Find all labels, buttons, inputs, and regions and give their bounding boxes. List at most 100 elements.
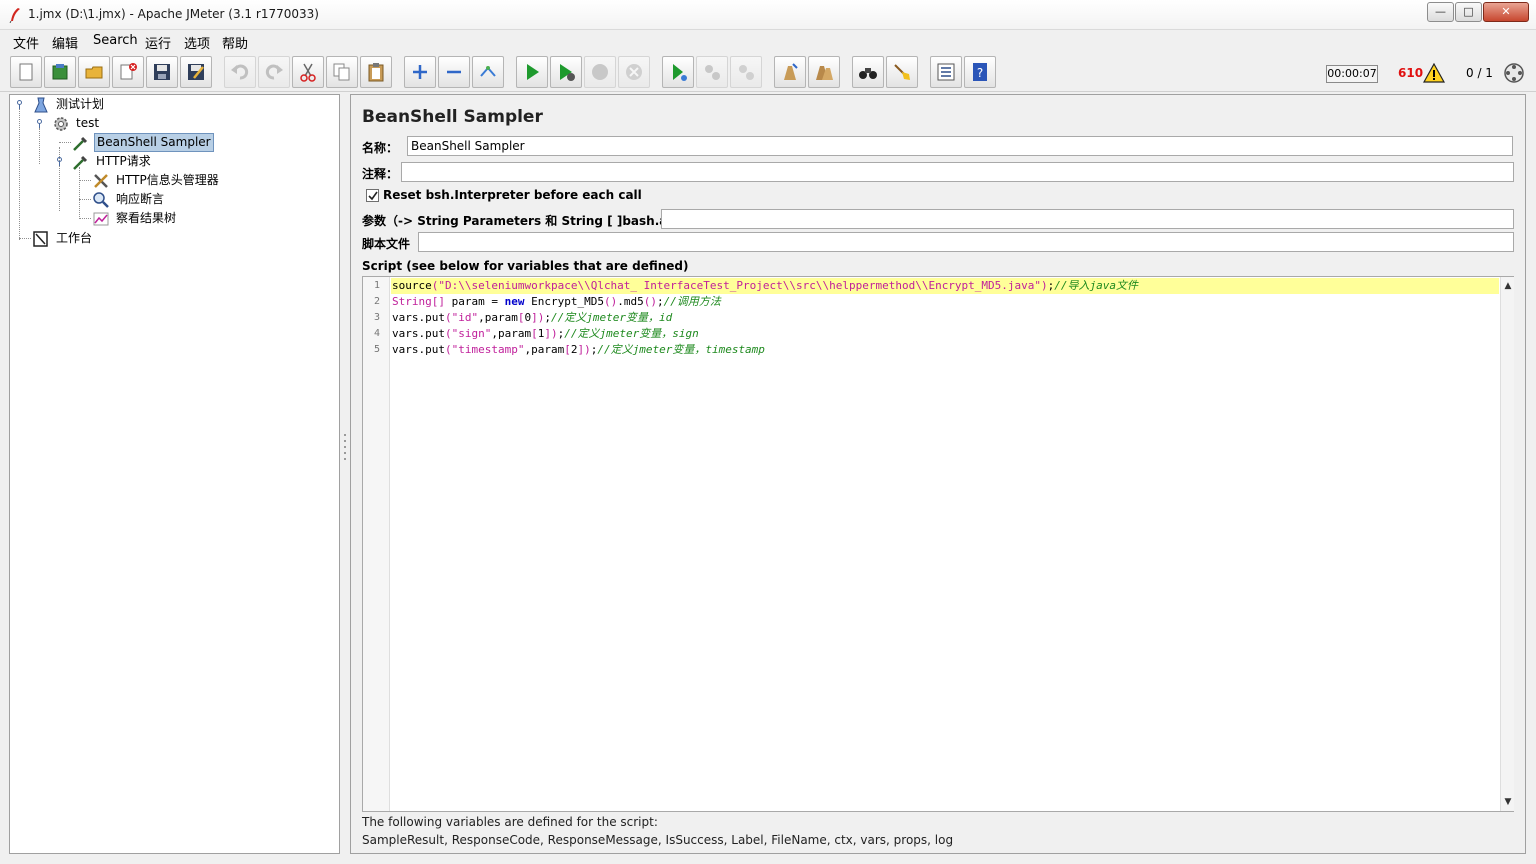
copy-button[interactable] [326, 56, 358, 88]
tree-collapse-toggle[interactable] [15, 100, 24, 109]
cut-button[interactable] [292, 56, 324, 88]
reset-search-button[interactable] [886, 56, 918, 88]
menu-bar: 文件 编辑 Search 运行 选项 帮助 [0, 30, 1536, 52]
warning-count[interactable]: 610 [1398, 66, 1423, 80]
undo-icon [231, 64, 249, 80]
code-line[interactable]: String[] param = new Encrypt_MD5().md5()… [391, 294, 1499, 310]
line-number-gutter: 1 2 3 4 5 [363, 277, 390, 811]
reset-interpreter-label[interactable]: Reset bsh.Interpreter before each call [383, 188, 642, 202]
tree-connector [39, 128, 40, 164]
line-number: 1 [373, 280, 380, 291]
function-helper-button[interactable] [930, 56, 962, 88]
save-button[interactable] [146, 56, 178, 88]
warning-icon[interactable] [1423, 63, 1445, 83]
clear-icon [784, 63, 798, 80]
menu-edit[interactable]: 编辑 [52, 33, 78, 52]
remote-stop-button[interactable] [696, 56, 728, 88]
help-button[interactable]: ? [964, 56, 996, 88]
toggle-button[interactable] [472, 56, 504, 88]
scroll-up-arrow-icon[interactable]: ▲ [1501, 279, 1515, 293]
window-title: 1.jmx (D:\1.jmx) - Apache JMeter (3.1 r1… [28, 7, 319, 21]
paste-button[interactable] [360, 56, 392, 88]
magnifier-icon [93, 192, 109, 208]
menu-help[interactable]: 帮助 [222, 33, 248, 52]
start-button[interactable] [516, 56, 548, 88]
code-line[interactable]: vars.put("sign",param[1]);//定义jmeter变量，s… [391, 326, 1499, 342]
start-no-timers-icon [560, 64, 575, 81]
new-button[interactable] [10, 56, 42, 88]
pipette-icon [73, 136, 88, 151]
redo-icon [265, 64, 283, 80]
collapse-button[interactable] [438, 56, 470, 88]
test-plan-tree: 测试计划 test BeanShell Sampler HTTP请求 HTTP信… [9, 94, 340, 854]
stop-icon [592, 64, 608, 80]
script-editor[interactable]: 1 2 3 4 5 source("D:\\seleniumworkpace\\… [362, 276, 1514, 812]
tree-connector [79, 180, 91, 181]
tree-collapse-toggle[interactable] [35, 119, 44, 128]
undo-button[interactable] [224, 56, 256, 88]
chart-icon [93, 212, 109, 226]
pipette-icon [73, 155, 88, 170]
expand-icon [413, 65, 427, 79]
tree-item-label: 察看结果树 [116, 211, 177, 225]
code-line[interactable]: vars.put("timestamp",param[2]);//定义jmete… [391, 342, 1499, 358]
comment-label: 注释： [362, 167, 399, 181]
tools-icon [94, 174, 108, 188]
remote-shutdown-button[interactable] [730, 56, 762, 88]
open-icon [85, 66, 103, 79]
help-icon: ? [973, 63, 987, 81]
tree-item-label: HTTP信息头管理器 [116, 173, 219, 187]
templates-button[interactable] [44, 56, 76, 88]
toggle-icon [480, 66, 496, 77]
tree-item-label: test [76, 116, 100, 130]
tree-connector [19, 108, 20, 240]
close-file-button[interactable] [112, 56, 144, 88]
close-button[interactable]: ✕ [1483, 2, 1529, 22]
comment-input[interactable] [401, 162, 1514, 182]
open-button[interactable] [78, 56, 110, 88]
save-icon [154, 64, 170, 80]
title-bar: 1.jmx (D:\1.jmx) - Apache JMeter (3.1 r1… [0, 0, 1536, 30]
remote-stop-icon [705, 65, 720, 80]
maximize-button[interactable]: □ [1455, 2, 1482, 22]
clear-button[interactable] [774, 56, 806, 88]
elapsed-timer: 00:00:07 [1326, 65, 1378, 83]
jmeter-feather-icon [9, 8, 20, 23]
pane-splitter[interactable] [342, 94, 348, 854]
new-icon [19, 63, 33, 81]
script-file-label: 脚本文件 [362, 237, 411, 251]
code-line[interactable]: vars.put("id",param[0]);//定义jmeter变量，id [391, 310, 1499, 326]
collapse-icon [447, 70, 461, 74]
reset-interpreter-checkbox[interactable] [366, 189, 379, 202]
save-as-icon [188, 64, 204, 80]
save-as-button[interactable] [180, 56, 212, 88]
menu-run[interactable]: 运行 [145, 33, 171, 52]
variables-title: The following variables are defined for … [362, 815, 658, 829]
scroll-down-arrow-icon[interactable]: ▼ [1501, 795, 1515, 809]
clear-all-button[interactable] [808, 56, 840, 88]
search-button[interactable] [852, 56, 884, 88]
vertical-scrollbar[interactable]: ▲ ▼ [1500, 277, 1514, 811]
expand-button[interactable] [404, 56, 436, 88]
code-line[interactable]: source("D:\\seleniumworkpace\\Qlchat_ In… [391, 278, 1499, 294]
menu-options[interactable]: 选项 [184, 33, 210, 52]
name-label: 名称： [362, 141, 399, 155]
redo-button[interactable] [258, 56, 290, 88]
tree-connector [59, 142, 71, 143]
tree-connector [79, 218, 91, 219]
tree-connector [79, 199, 91, 200]
minimize-button[interactable]: — [1427, 2, 1454, 22]
gear-icon [54, 117, 68, 131]
tree-collapse-toggle[interactable] [55, 157, 64, 166]
shutdown-button[interactable] [618, 56, 650, 88]
remote-start-button[interactable] [662, 56, 694, 88]
name-input[interactable] [407, 136, 1513, 156]
line-number: 3 [373, 312, 380, 323]
stop-button[interactable] [584, 56, 616, 88]
parameters-input[interactable] [661, 209, 1514, 229]
menu-file[interactable]: 文件 [13, 33, 39, 52]
menu-search[interactable]: Search [93, 33, 138, 48]
start-no-timers-button[interactable] [550, 56, 582, 88]
workbench-icon [33, 231, 48, 247]
script-file-input[interactable] [418, 232, 1514, 252]
